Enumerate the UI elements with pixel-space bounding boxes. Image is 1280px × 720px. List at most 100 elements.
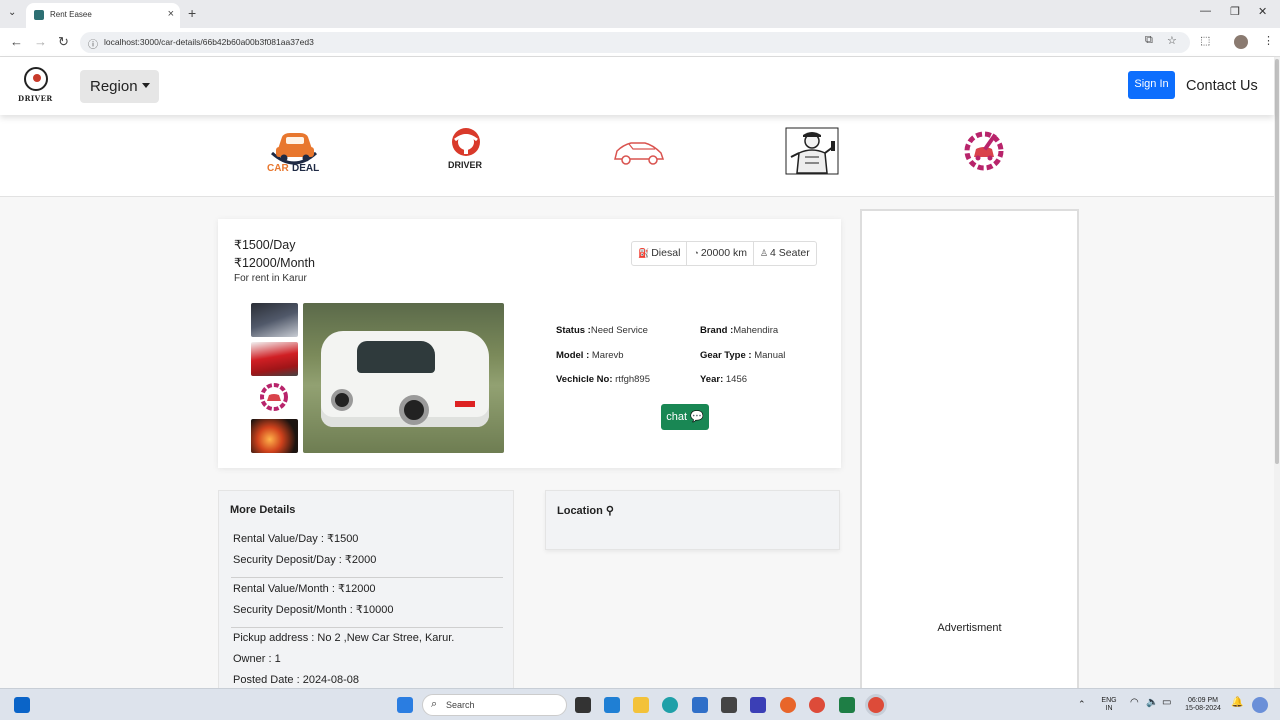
category-car-service[interactable] — [962, 127, 1008, 187]
region-dropdown[interactable]: Region — [80, 70, 159, 103]
price-per-month: ₹12000/Month — [234, 256, 315, 270]
chat-bubble-icon: 💬 — [690, 411, 704, 423]
language-indicator[interactable]: ENG IN — [1098, 697, 1120, 713]
wifi-icon[interactable]: ◠ — [1130, 698, 1139, 708]
owner-line: Owner : 1 — [233, 653, 281, 665]
tab-search-icon[interactable]: ⌄ — [8, 7, 20, 21]
seats-spec: ♙ 4 Seater — [754, 242, 816, 265]
forward-icon[interactable]: → — [34, 34, 47, 49]
minimize-icon[interactable]: — — [1200, 5, 1211, 17]
back-icon[interactable]: ← — [10, 34, 23, 49]
thumbnail-1[interactable] — [251, 303, 298, 337]
code-app-icon[interactable] — [750, 697, 766, 713]
chrome-active-icon[interactable] — [868, 697, 884, 713]
tab-title: Rent Easee — [50, 10, 92, 19]
rent-location: For rent in Karur — [234, 273, 307, 284]
clock-date: 15-08-2024 — [1185, 705, 1221, 712]
year-value: 1456 — [725, 374, 748, 385]
category-driver[interactable]: DRIVER — [446, 127, 486, 187]
advertisement-box[interactable]: Advertisment — [860, 209, 1079, 699]
tab-close-icon[interactable]: × — [168, 8, 174, 20]
file-explorer-icon[interactable] — [633, 697, 649, 713]
category-cars[interactable] — [611, 127, 667, 187]
lang-top: ENG — [1101, 697, 1117, 704]
gear-label: Gear Type : — [700, 350, 752, 361]
driver-icon — [452, 128, 480, 156]
start-icon[interactable] — [397, 697, 413, 713]
thumbnail-3[interactable] — [251, 380, 298, 414]
new-tab-icon[interactable]: + — [188, 5, 196, 21]
car-service-gear-icon — [964, 131, 1004, 171]
browser-menu-icon[interactable]: ⋮ — [1263, 34, 1274, 47]
store-icon[interactable] — [692, 697, 708, 713]
edge-icon[interactable] — [662, 697, 678, 713]
taskbar-search-text: Search — [446, 700, 475, 710]
profile-avatar[interactable] — [1234, 35, 1248, 49]
widgets-icon[interactable] — [14, 697, 30, 713]
contact-us-link[interactable]: Contact Us — [1186, 78, 1258, 94]
car-outline-icon — [614, 142, 665, 165]
chat-button[interactable]: chat 💬 — [661, 404, 709, 430]
divider — [231, 577, 503, 578]
category-strip: CAR DEAL DRIVER — [0, 115, 1274, 197]
url-field[interactable]: ⓘ localhost:3000/car-details/66b42b60a00… — [80, 32, 1190, 53]
notification-bell-icon[interactable]: 🔔 — [1231, 698, 1243, 708]
status-value: Need Service — [590, 325, 648, 336]
advertisement-label: Advertisment — [937, 622, 1002, 634]
price-per-day: ₹1500/Day — [234, 238, 296, 252]
site-logo[interactable]: DRIVER — [18, 67, 52, 107]
excel-icon[interactable] — [839, 697, 855, 713]
model-value: Marevb — [591, 350, 624, 361]
task-view-icon[interactable] — [575, 697, 591, 713]
site-header: DRIVER Region Sign In Contact Us — [0, 57, 1274, 115]
app-cube-icon[interactable] — [721, 697, 737, 713]
thumbnail-4[interactable] — [251, 419, 298, 453]
posted-date-line: Posted Date : 2024-08-08 — [233, 674, 359, 686]
chat-label: chat — [666, 411, 688, 423]
driver-label: DRIVER — [448, 160, 483, 170]
page-scrollbar[interactable] — [1274, 57, 1280, 688]
reload-icon[interactable]: ↻ — [58, 34, 69, 50]
browser-tab[interactable]: Rent Easee × — [26, 3, 180, 28]
speedometer-icon: ◔ — [693, 248, 699, 258]
taskbar-search[interactable]: ⌕ Search — [422, 694, 567, 716]
window-close-icon[interactable]: ✕ — [1258, 5, 1267, 18]
chrome-icon[interactable] — [809, 697, 825, 713]
location-title: Location ⚲ — [557, 504, 614, 517]
person-icon: ♙ — [759, 248, 769, 258]
volume-icon[interactable]: 🔈 — [1146, 698, 1158, 708]
more-details-card: More Details Rental Value/Day : ₹1500 Se… — [218, 490, 514, 700]
gear-field: Gear Type : Manual — [700, 350, 785, 361]
location-card: Location ⚲ — [545, 490, 840, 550]
install-icon[interactable]: ⧉ — [1145, 34, 1153, 47]
vscode-icon[interactable] — [604, 697, 620, 713]
location-title-text: Location — [557, 505, 603, 517]
category-car-deal[interactable]: CAR DEAL — [266, 127, 322, 187]
seats-value: 4 Seater — [770, 247, 810, 259]
tray-chevron-icon[interactable]: ⌃ — [1078, 700, 1086, 709]
main-car-photo — [303, 303, 504, 453]
site-info-icon[interactable]: ⓘ — [88, 36, 98, 51]
search-icon: ⌕ — [431, 698, 438, 710]
brand-value: Mahendira — [733, 325, 779, 336]
clock[interactable]: 06:09 PM 15-08-2024 — [1180, 697, 1226, 713]
thumbnail-2[interactable] — [251, 342, 298, 376]
car-label-b: DEAL — [292, 163, 320, 174]
car-label-a: CAR — [267, 163, 289, 174]
maximize-icon[interactable]: ❐ — [1230, 5, 1240, 18]
status-label: Status : — [556, 325, 591, 336]
battery-icon[interactable]: ▭ — [1162, 698, 1171, 708]
category-mechanic[interactable] — [785, 127, 839, 187]
scrollbar-thumb[interactable] — [1275, 59, 1279, 464]
copilot-icon[interactable] — [1252, 697, 1268, 713]
car-service-thumb-icon — [260, 383, 288, 411]
sign-in-button[interactable]: Sign In — [1128, 71, 1175, 99]
region-label: Region — [90, 78, 138, 95]
bookmark-star-icon[interactable]: ☆ — [1167, 34, 1177, 47]
fuel-value: Diesal — [651, 247, 681, 259]
lang-bottom: IN — [1105, 705, 1113, 712]
brand-field: Brand :Mahendira — [700, 325, 778, 336]
map-pin-icon: ⚲ — [605, 505, 614, 517]
extensions-icon[interactable]: ⬚ — [1200, 34, 1210, 47]
firefox-icon[interactable] — [780, 697, 796, 713]
